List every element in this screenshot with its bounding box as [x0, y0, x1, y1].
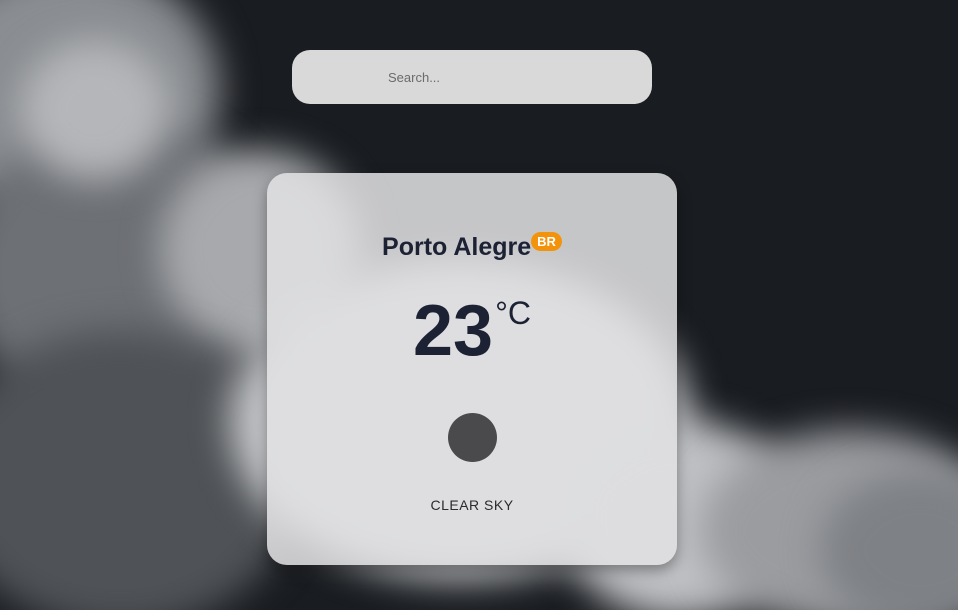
weather-icon — [448, 413, 497, 462]
city-name: Porto Alegre — [382, 233, 532, 261]
temperature-row: 23°C — [267, 295, 677, 367]
weather-card: Porto Alegre BR 23°C CLEAR SKY — [267, 173, 677, 565]
search-input[interactable] — [292, 50, 652, 104]
weather-description: CLEAR SKY — [430, 497, 514, 513]
temperature-unit: °C — [495, 295, 531, 331]
country-badge: BR — [531, 232, 562, 251]
search-bar[interactable] — [292, 50, 652, 104]
temperature-value: 23 — [413, 291, 494, 371]
location-row: Porto Alegre BR — [267, 232, 677, 262]
